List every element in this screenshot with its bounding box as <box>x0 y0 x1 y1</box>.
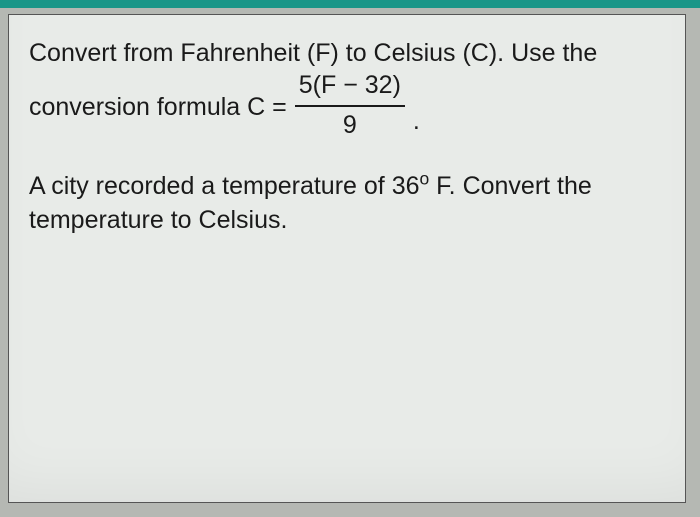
formula-line: conversion formula C = 5(F − 32) 9 . <box>29 71 665 145</box>
question-paragraph: A city recorded a temperature of 36o F. … <box>29 170 665 238</box>
temperature-value-wrap: 36o F. Convert the <box>392 172 592 200</box>
temperature-value: 36 <box>392 172 420 200</box>
question-part1: A city recorded a temperature of <box>29 172 392 200</box>
formula-prefix: conversion formula C = <box>29 91 287 125</box>
fraction-denominator: 9 <box>339 107 361 143</box>
problem-page: Convert from Fahrenheit (F) to Celsius (… <box>8 14 686 503</box>
window-top-accent <box>0 0 700 8</box>
question-line2: temperature to Celsius. <box>29 206 287 234</box>
formula-period: . <box>413 105 420 145</box>
problem-statement: Convert from Fahrenheit (F) to Celsius (… <box>29 37 665 238</box>
conversion-fraction: 5(F − 32) 9 <box>295 69 405 143</box>
fraction-numerator: 5(F − 32) <box>295 69 405 107</box>
intro-line: Convert from Fahrenheit (F) to Celsius (… <box>29 37 665 71</box>
degree-symbol: o <box>420 169 430 189</box>
temperature-unit: F. Convert the <box>429 172 592 200</box>
